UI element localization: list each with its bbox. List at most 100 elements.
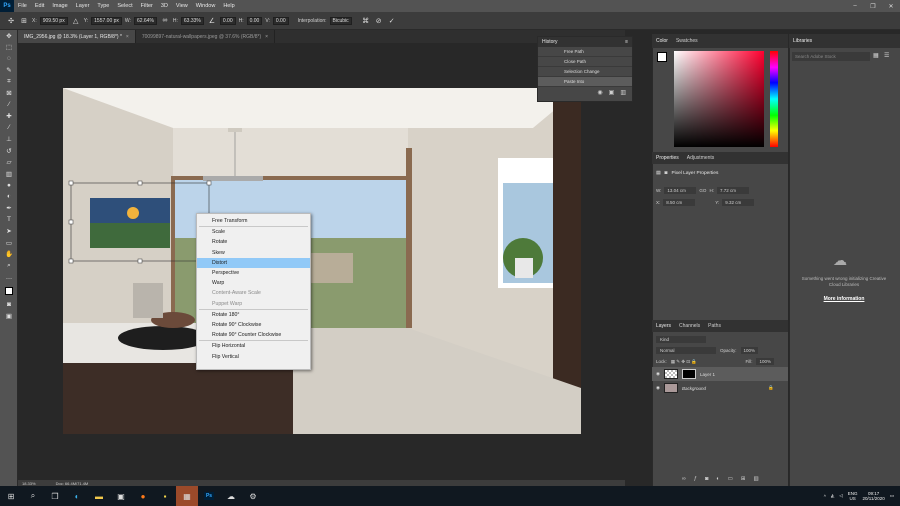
tab-properties[interactable]: Properties xyxy=(656,155,679,161)
history-item[interactable]: Selection Change xyxy=(538,67,632,77)
y-position-field[interactable]: 1557.00 px xyxy=(91,16,122,25)
screen-mode-icon[interactable]: ▣ xyxy=(0,311,18,323)
tab-swatches[interactable]: Swatches xyxy=(676,38,698,44)
tab-color[interactable]: Color xyxy=(656,38,668,44)
menu-item-flip-horizontal[interactable]: Flip Horizontal xyxy=(197,341,310,351)
menu-item-filter[interactable]: Filter xyxy=(137,3,157,9)
move-tool-icon[interactable]: ✣ xyxy=(6,17,16,25)
search-icon[interactable]: ⌕ xyxy=(22,486,44,506)
document-tab[interactable]: IMG_2956.jpg @ 18.3% (Layer 1, RGB/8*) *… xyxy=(18,30,136,43)
history-item[interactable]: Paste Into xyxy=(538,77,632,87)
foreground-color-swatch[interactable] xyxy=(657,52,667,62)
quick-select-icon[interactable]: ✎ xyxy=(0,65,18,77)
menu-item-rotate-90-counter-clockwise[interactable]: Rotate 90° Counter Clockwise xyxy=(197,330,310,340)
marquee-icon[interactable]: ⬚ xyxy=(0,42,18,54)
menu-item-edit[interactable]: Edit xyxy=(31,3,48,9)
snapshot-icon[interactable]: ◉ xyxy=(597,89,602,96)
blur-icon[interactable]: ● xyxy=(0,180,18,192)
menu-item-flip-vertical[interactable]: Flip Vertical xyxy=(197,351,310,361)
angle-field[interactable]: 0.00 xyxy=(219,16,236,25)
fill-field[interactable]: 100% xyxy=(756,358,774,365)
prop-width-field[interactable]: 13.04 cm xyxy=(664,186,697,194)
group-icon[interactable]: ▭ xyxy=(728,476,733,482)
firefox-icon[interactable]: ● xyxy=(132,486,154,506)
clock[interactable]: 09:17 20/11/2020 xyxy=(863,491,885,501)
link-layers-icon[interactable]: ∞ xyxy=(682,476,686,482)
layer-kind-filter[interactable]: Kind xyxy=(656,336,706,343)
libraries-search-input[interactable]: Search Adobe Stock xyxy=(792,52,870,61)
opacity-field[interactable]: 100% xyxy=(740,347,759,354)
more-tools-icon[interactable]: … xyxy=(0,272,18,284)
type-icon[interactable]: T xyxy=(0,214,18,226)
height-field[interactable]: 63.33% xyxy=(180,16,204,25)
close-icon[interactable]: ✕ xyxy=(882,0,900,12)
mask-icon[interactable]: ◙ xyxy=(665,171,668,176)
zoom-level[interactable]: 18.33% xyxy=(22,481,36,486)
cancel-transform-icon[interactable]: ⊘ xyxy=(374,17,384,25)
delete-layer-icon[interactable]: ▥ xyxy=(753,476,758,482)
eraser-icon[interactable]: ▱ xyxy=(0,157,18,169)
restore-icon[interactable]: ❐ xyxy=(864,0,882,12)
gradient-icon[interactable]: ▥ xyxy=(0,168,18,180)
close-tab-icon[interactable]: × xyxy=(265,34,268,40)
color-picker-field[interactable] xyxy=(674,51,764,147)
zoom-icon[interactable]: ⌕ xyxy=(0,260,18,272)
fx-icon[interactable]: ƒ xyxy=(694,476,697,482)
document-tab[interactable]: 70099897-natural-wallpapers.jpeg @ 37.6%… xyxy=(136,30,276,43)
healing-icon[interactable]: ✚ xyxy=(0,111,18,123)
menu-item-rotate-90-clockwise[interactable]: Rotate 90° Clockwise xyxy=(197,320,310,330)
trash-icon[interactable]: ▥ xyxy=(620,89,626,96)
cloud-app-icon[interactable]: ☁ xyxy=(220,486,242,506)
store-icon[interactable]: ▣ xyxy=(110,486,132,506)
prop-y-field[interactable]: 9.32 cm xyxy=(722,198,755,206)
prop-link-button[interactable]: GO xyxy=(699,188,706,193)
visibility-eye-icon[interactable]: ◉ xyxy=(656,371,660,377)
taskbar-app-icon[interactable]: ▦ xyxy=(176,486,198,506)
hand-icon[interactable]: ✋ xyxy=(0,249,18,261)
panel-menu-icon[interactable]: ≡ xyxy=(625,39,632,45)
task-view-icon[interactable]: ❒ xyxy=(44,486,66,506)
shape-icon[interactable]: ▭ xyxy=(0,237,18,249)
tray-chevron-icon[interactable]: ^ xyxy=(824,494,826,499)
layer-mask-thumbnail[interactable] xyxy=(681,369,696,379)
interpolation-select[interactable]: Bicubic xyxy=(329,16,352,25)
menu-item-type[interactable]: Type xyxy=(93,3,113,9)
tab-layers[interactable]: Layers xyxy=(656,323,671,329)
document-image[interactable] xyxy=(63,88,581,434)
path-select-icon[interactable]: ➤ xyxy=(0,226,18,238)
menu-item-rotate-180[interactable]: Rotate 180° xyxy=(197,310,310,320)
menu-item-window[interactable]: Window xyxy=(192,3,220,9)
history-brush-icon[interactable]: ↺ xyxy=(0,145,18,157)
menu-item-rotate[interactable]: Rotate xyxy=(197,237,310,247)
reference-point-icon[interactable]: ⊞ xyxy=(19,17,29,25)
hue-slider[interactable] xyxy=(770,51,778,147)
notifications-icon[interactable]: ▭ xyxy=(890,493,894,499)
new-layer-icon[interactable]: ⊞ xyxy=(741,476,746,482)
menu-item-view[interactable]: View xyxy=(172,3,192,9)
menu-item-perspective[interactable]: Perspective xyxy=(197,268,310,278)
blend-mode-select[interactable]: Normal xyxy=(656,347,716,354)
photoshop-taskbar-icon[interactable]: Ps xyxy=(198,486,220,506)
settings-app-icon[interactable]: ⚙ xyxy=(242,486,264,506)
windows-start-icon[interactable]: ⊞ xyxy=(0,486,22,506)
layer-row[interactable]: ◉ Background 🔒 xyxy=(652,381,788,395)
hskew-field[interactable]: 0.00 xyxy=(246,16,263,25)
tab-paths[interactable]: Paths xyxy=(708,323,721,329)
lock-icons[interactable]: ▦ ✎ ✥ ⊡ 🔒 xyxy=(671,359,697,365)
camera-icon[interactable]: ▣ xyxy=(609,89,615,96)
adjustment-icon[interactable]: ◐ xyxy=(716,476,719,482)
menu-item-scale[interactable]: Scale xyxy=(197,227,310,237)
menu-item-help[interactable]: Help xyxy=(219,3,238,9)
add-mask-icon[interactable]: ◙ xyxy=(705,476,708,482)
menu-item-layer[interactable]: Layer xyxy=(72,3,94,9)
sticky-notes-icon[interactable]: ▪ xyxy=(154,486,176,506)
relative-position-icon[interactable]: △ xyxy=(71,17,81,25)
vskew-field[interactable]: 0.00 xyxy=(272,16,289,25)
file-explorer-icon[interactable]: ▬ xyxy=(88,486,110,506)
tab-adjustments[interactable]: Adjustments xyxy=(687,155,715,161)
x-position-field[interactable]: 909.50 px xyxy=(39,16,68,25)
network-icon[interactable]: ◭ xyxy=(831,493,834,499)
move-icon[interactable]: ✥ xyxy=(0,30,18,42)
prop-height-field[interactable]: 7.72 cm xyxy=(716,186,749,194)
width-field[interactable]: 62.64% xyxy=(133,16,157,25)
